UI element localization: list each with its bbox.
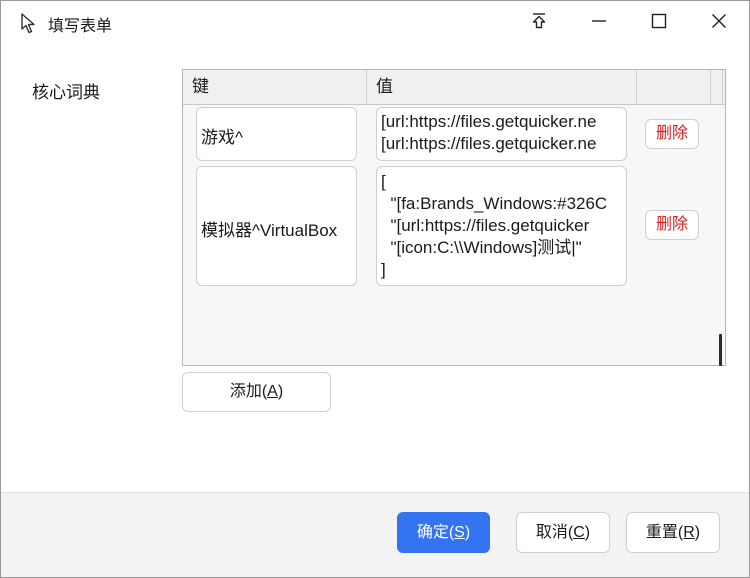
- value-line: "[url:https://files.getquicker: [381, 216, 590, 235]
- pin-top-icon: [530, 12, 548, 35]
- reset-button-label: 重置(: [645, 524, 684, 541]
- cancel-button-suffix: ): [584, 524, 591, 541]
- delete-button[interactable]: 删除: [645, 119, 699, 149]
- add-button[interactable]: 添加(A): [182, 372, 331, 412]
- add-button-mnemonic: A: [267, 383, 278, 400]
- maximize-icon: [651, 13, 667, 34]
- vertical-scrollbar-thumb[interactable]: [719, 334, 722, 366]
- delete-button[interactable]: 删除: [645, 210, 699, 240]
- value-line: ]: [381, 260, 386, 279]
- key-text: 模拟器^VirtualBox: [201, 221, 338, 240]
- reset-button[interactable]: 重置(R): [626, 512, 720, 553]
- value-input[interactable]: [ "[fa:Brands_Windows:#326C "[url:https:…: [376, 166, 627, 286]
- confirm-button[interactable]: 确定(S): [397, 512, 490, 553]
- column-header-key[interactable]: 键: [183, 70, 367, 104]
- cancel-button-mnemonic: C: [573, 524, 585, 541]
- form-dialog-window: 填写表单 核心词典 键 值 游戏^ [url:https://files.get…: [0, 0, 750, 578]
- value-line: [url:https://files.getquicker.ne: [381, 134, 597, 153]
- cancel-button-label: 取消(: [535, 524, 574, 541]
- confirm-button-suffix: ): [464, 524, 471, 541]
- column-header-actions: [637, 70, 711, 104]
- confirm-button-label: 确定(: [416, 524, 455, 541]
- value-input[interactable]: [url:https://files.getquicker.ne [url:ht…: [376, 107, 627, 161]
- cancel-button[interactable]: 取消(C): [516, 512, 610, 553]
- field-label-core-dictionary: 核心词典: [32, 83, 100, 102]
- maximize-button[interactable]: [629, 1, 689, 45]
- header-scrollbar-gap: [711, 70, 723, 104]
- minimize-icon: [591, 13, 607, 34]
- minimize-button[interactable]: [569, 1, 629, 45]
- value-line: "[icon:C:\\Windows]测试|": [381, 238, 582, 257]
- column-header-value[interactable]: 值: [367, 70, 637, 104]
- dictionary-grid: 键 值 游戏^ [url:https://files.getquicker.ne…: [182, 69, 726, 366]
- key-input[interactable]: 模拟器^VirtualBox: [196, 166, 357, 286]
- cursor-pointer-icon: [19, 13, 39, 34]
- reset-button-mnemonic: R: [683, 524, 695, 541]
- grid-header: 键 值: [183, 70, 725, 105]
- reset-button-suffix: ): [694, 524, 701, 541]
- title-bar[interactable]: 填写表单: [1, 1, 749, 45]
- value-line: [: [381, 172, 386, 191]
- add-button-label: 添加(: [229, 383, 268, 400]
- close-icon: [711, 13, 727, 34]
- confirm-button-mnemonic: S: [454, 524, 465, 541]
- key-text: 游戏^: [201, 128, 243, 147]
- close-button[interactable]: [689, 1, 749, 45]
- add-button-suffix: ): [277, 383, 284, 400]
- dialog-footer: 确定(S) 取消(C) 重置(R): [1, 493, 749, 577]
- pin-top-button[interactable]: [509, 1, 569, 45]
- window-title: 填写表单: [48, 18, 113, 35]
- value-line: [url:https://files.getquicker.ne: [381, 112, 597, 131]
- value-line: "[fa:Brands_Windows:#326C: [381, 194, 608, 213]
- key-input[interactable]: 游戏^: [196, 107, 357, 161]
